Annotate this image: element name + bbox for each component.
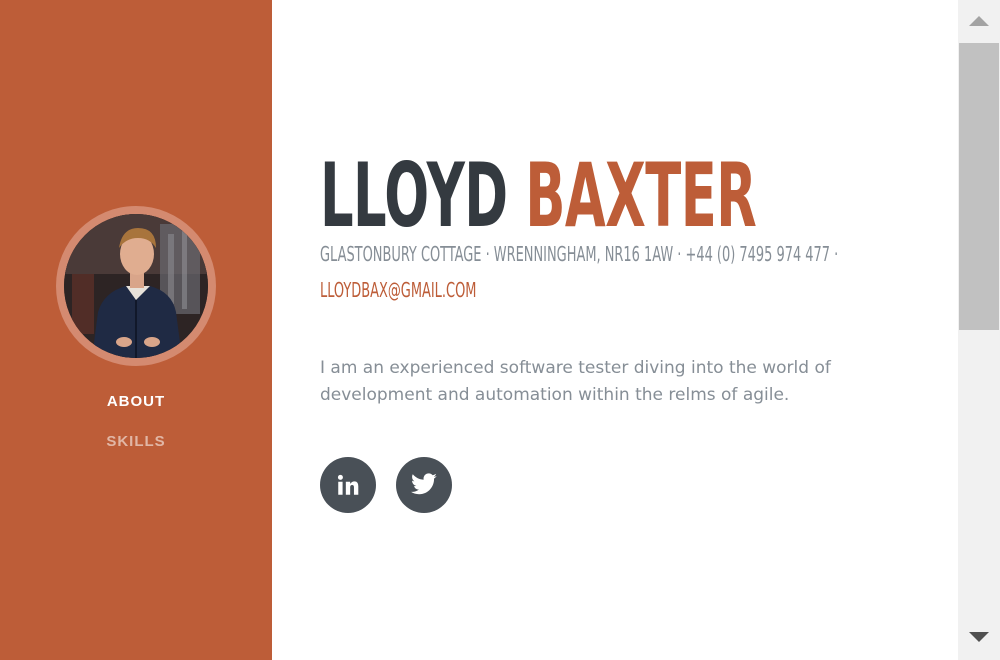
nav-link-about[interactable]: ABOUT: [107, 393, 165, 410]
vertical-scrollbar[interactable]: [958, 0, 1000, 660]
twitter-button[interactable]: [396, 457, 452, 513]
address-text: GLASTONBURY COTTAGE · WRENNINGHAM, NR16 …: [320, 242, 839, 266]
sidebar: ABOUT SKILLS: [0, 0, 272, 660]
email-link[interactable]: LLOYDBAX@GMAIL.COM: [320, 278, 476, 302]
linkedin-icon: [337, 474, 359, 495]
twitter-icon: [411, 473, 437, 495]
page-title: LLOYD BAXTER: [320, 144, 757, 247]
linkedin-button[interactable]: [320, 457, 376, 513]
contact-info: GLASTONBURY COTTAGE · WRENNINGHAM, NR16 …: [320, 236, 940, 308]
avatar-frame: [56, 206, 216, 366]
social-icons: [320, 457, 452, 513]
last-name: BAXTER: [525, 144, 757, 247]
nav-item-about: ABOUT: [0, 392, 272, 432]
sidebar-nav: ABOUT SKILLS: [0, 392, 272, 472]
scroll-up-icon[interactable]: [968, 14, 990, 28]
nav-item-skills: SKILLS: [0, 432, 272, 472]
profile-photo-icon: [64, 214, 208, 358]
nav-link-skills[interactable]: SKILLS: [106, 433, 165, 450]
scrollbar-thumb[interactable]: [959, 43, 999, 330]
scroll-down-icon[interactable]: [968, 630, 990, 644]
main-content: LLOYD BAXTER GLASTONBURY COTTAGE · WRENN…: [272, 0, 958, 660]
first-name: LLOYD: [320, 144, 508, 247]
intro-text: I am an experienced software tester divi…: [320, 358, 831, 405]
avatar: [64, 214, 208, 358]
